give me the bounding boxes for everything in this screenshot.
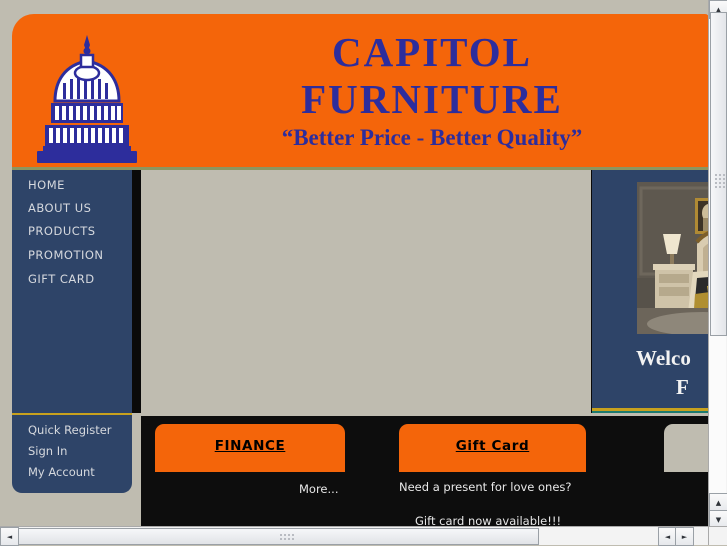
account-quick-register[interactable]: Quick Register <box>28 423 112 437</box>
account-navigation: Quick Register Sign In My Account <box>12 413 132 493</box>
nav-item-gift-card[interactable]: GIFT CARD <box>28 272 95 286</box>
promo-gift-card: Gift Card Need a present for love ones? … <box>387 416 657 527</box>
account-my-account[interactable]: My Account <box>28 465 95 479</box>
scroll-right-button[interactable]: ► <box>675 527 694 546</box>
nav-item-products[interactable]: PRODUCTS <box>28 224 96 238</box>
nav-item-promotion[interactable]: PROMOTION <box>28 248 104 262</box>
welcome-heading-line-2: F <box>676 375 709 400</box>
nav-item-about-us[interactable]: ABOUT US <box>28 201 91 215</box>
finance-button[interactable]: FINANCE <box>155 424 345 472</box>
nav-item-home[interactable]: HOME <box>28 178 65 192</box>
horizontal-scrollbar[interactable]: ◄ ◄ ► <box>0 526 709 545</box>
promo-third-panel <box>664 424 709 472</box>
gift-card-text-line-1: Need a present for love ones? <box>399 480 572 494</box>
browser-viewport: CAPITOL FURNITURE “Better Price - Better… <box>0 0 709 527</box>
nav-content-divider <box>132 170 141 413</box>
vertical-scrollbar-thumb[interactable] <box>710 12 727 336</box>
horizontal-scrollbar-thumb[interactable] <box>18 528 539 545</box>
gift-card-button-label: Gift Card <box>399 438 586 454</box>
welcome-heading-line-1: Welco <box>636 346 709 371</box>
brand-line-1: CAPITOL <box>162 24 702 73</box>
main-content-area <box>141 170 591 413</box>
right-panel-teal-rule <box>592 411 709 413</box>
vertical-thumb-grip <box>714 173 725 189</box>
account-sign-in[interactable]: Sign In <box>28 444 67 458</box>
vertical-scrollbar[interactable]: ▲ ▲ ▼ <box>708 0 727 527</box>
scroll-down-arrow-icon: ▼ <box>716 516 721 524</box>
promo-panel-strip: FINANCE More... Gift Card Need a present… <box>141 416 709 527</box>
scroll-left-arrow-icon: ◄ <box>7 533 12 541</box>
scroll-up-arrow-icon-secondary: ▲ <box>716 499 721 507</box>
finance-button-label: FINANCE <box>155 438 345 454</box>
bedroom-furniture-photo <box>637 182 709 334</box>
scrollbar-corner <box>708 526 727 545</box>
gift-card-button[interactable]: Gift Card <box>399 424 586 472</box>
main-navigation: HOME ABOUT US PRODUCTS PROMOTION GIFT CA… <box>12 170 132 413</box>
capitol-dome-logo-icon <box>33 33 141 167</box>
right-feature-panel: Welco F <box>592 170 709 413</box>
scroll-left-button[interactable]: ◄ <box>0 527 19 546</box>
scroll-right-arrow-icon: ► <box>682 533 687 541</box>
promo-finance: FINANCE More... <box>141 416 401 527</box>
brand-tagline: “Better Price - Better Quality” <box>162 120 702 151</box>
brand-line-2: FURNITURE <box>162 73 702 120</box>
scroll-left-arrow-icon-secondary: ◄ <box>665 533 670 541</box>
horizontal-thumb-grip <box>279 533 295 542</box>
site-header: CAPITOL FURNITURE “Better Price - Better… <box>12 14 709 167</box>
brand-block: CAPITOL FURNITURE “Better Price - Better… <box>162 24 702 151</box>
finance-more-link[interactable]: More... <box>299 482 338 496</box>
